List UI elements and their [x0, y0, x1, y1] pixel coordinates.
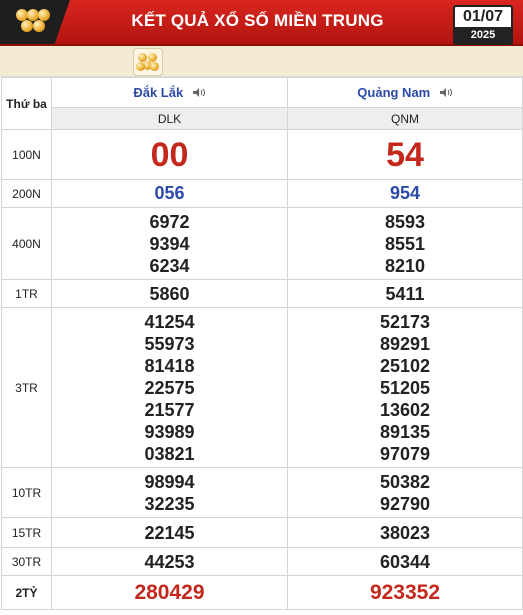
province-code: DLK: [51, 107, 288, 130]
lottery-balls-icon[interactable]: [133, 48, 163, 76]
prize-values: 98994 32235: [51, 467, 288, 518]
logo[interactable]: [0, 0, 70, 44]
prize-label: 400N: [1, 207, 52, 280]
prize-value: 50382: [379, 471, 431, 492]
date-year: 2025: [455, 27, 511, 43]
province-header-qnm[interactable]: Quảng Nam: [287, 77, 523, 108]
prize-value: 954: [287, 179, 523, 208]
prize-value: 6234: [149, 255, 190, 276]
prize-value: 8593: [384, 211, 426, 232]
sub-toolbar: [0, 46, 523, 77]
prize-value: 056: [51, 179, 288, 208]
province-code: QNM: [287, 107, 523, 130]
table-row: 10TR 98994 32235 50382 92790: [1, 467, 523, 518]
prize-value: 93989: [144, 421, 195, 442]
prize-label: 2TỶ: [1, 575, 52, 610]
prize-values: 41254 55973 81418 22575 21577 93989 0382…: [51, 307, 288, 468]
prize-value: 21577: [144, 399, 195, 420]
prize-label: 3TR: [1, 307, 52, 468]
prize-value: 22145: [51, 517, 288, 548]
table-row: 30TR 44253 60344: [1, 547, 523, 576]
table-row: 100N 00 54: [1, 129, 523, 180]
lottery-balls-icon: [16, 9, 50, 35]
prize-value: 280429: [51, 575, 288, 610]
prize-value: 44253: [51, 547, 288, 576]
prize-label: 10TR: [1, 467, 52, 518]
prize-value: 8210: [384, 255, 426, 276]
table-row: 400N 6972 9394 6234 8593 8551 8210: [1, 207, 523, 280]
prize-value: 98994: [144, 471, 195, 492]
province-name[interactable]: Quảng Nam: [357, 85, 430, 100]
prize-value: 89291: [379, 333, 431, 354]
prize-values: 52173 89291 25102 51205 13602 89135 9707…: [287, 307, 523, 468]
prize-label: 1TR: [1, 279, 52, 308]
prize-value: 923352: [287, 575, 523, 610]
prize-value: 55973: [144, 333, 195, 354]
prize-value: 41254: [144, 311, 195, 332]
prize-value: 81418: [144, 355, 195, 376]
prize-value: 5411: [287, 279, 523, 308]
table-row: 1TR 5860 5411: [1, 279, 523, 308]
prize-value: 8551: [384, 233, 426, 254]
prize-label-text: 2TỶ: [15, 585, 38, 600]
date-day-month: 01/07: [462, 8, 504, 25]
prize-value: 00: [51, 129, 288, 180]
prize-value: 6972: [149, 211, 190, 232]
prize-value: 03821: [144, 443, 195, 464]
prize-value: 89135: [379, 421, 431, 442]
table-row: 3TR 41254 55973 81418 22575 21577 93989 …: [1, 307, 523, 468]
table-row: 2TỶ 280429 923352: [1, 575, 523, 610]
prize-label: 30TR: [1, 547, 52, 576]
prize-values: 8593 8551 8210: [287, 207, 523, 280]
province-header-dlk[interactable]: Đắk Lắk: [51, 77, 288, 108]
prize-value: 5860: [51, 279, 288, 308]
prize-value: 25102: [379, 355, 431, 376]
province-name[interactable]: Đắk Lắk: [133, 85, 183, 100]
prize-value: 92790: [379, 493, 431, 514]
prize-value: 38023: [287, 517, 523, 548]
weekday-cell: Thứ ba: [1, 77, 52, 130]
prize-label: 100N: [1, 129, 52, 180]
prize-values: 6972 9394 6234: [51, 207, 288, 280]
prize-value: 54: [287, 129, 523, 180]
prize-value: 32235: [144, 493, 195, 514]
page-title: KẾT QUẢ XỔ SỐ MIỀN TRUNG: [131, 11, 384, 30]
prize-values: 50382 92790: [287, 467, 523, 518]
weekday-label: Thứ ba: [6, 96, 47, 111]
date-badge: 01/07 2025: [453, 5, 513, 45]
speaker-icon[interactable]: [439, 87, 453, 98]
speaker-icon[interactable]: [192, 87, 206, 98]
prize-value: 97079: [379, 443, 431, 464]
prize-label: 200N: [1, 179, 52, 208]
prize-value: 60344: [287, 547, 523, 576]
header-bar: KẾT QUẢ XỔ SỐ MIỀN TRUNG 01/07 2025: [0, 0, 523, 46]
prize-value: 52173: [379, 311, 431, 332]
prize-value: 9394: [149, 233, 190, 254]
prize-value: 13602: [379, 399, 431, 420]
table-row: 15TR 22145 38023: [1, 517, 523, 548]
prize-value: 22575: [144, 377, 195, 398]
prize-value: 51205: [379, 377, 431, 398]
table-row: 200N 056 954: [1, 179, 523, 208]
results-table: Thứ ba Đắk Lắk Quảng Nam DLK QNM 100N 00…: [1, 77, 523, 610]
prize-label: 15TR: [1, 517, 52, 548]
